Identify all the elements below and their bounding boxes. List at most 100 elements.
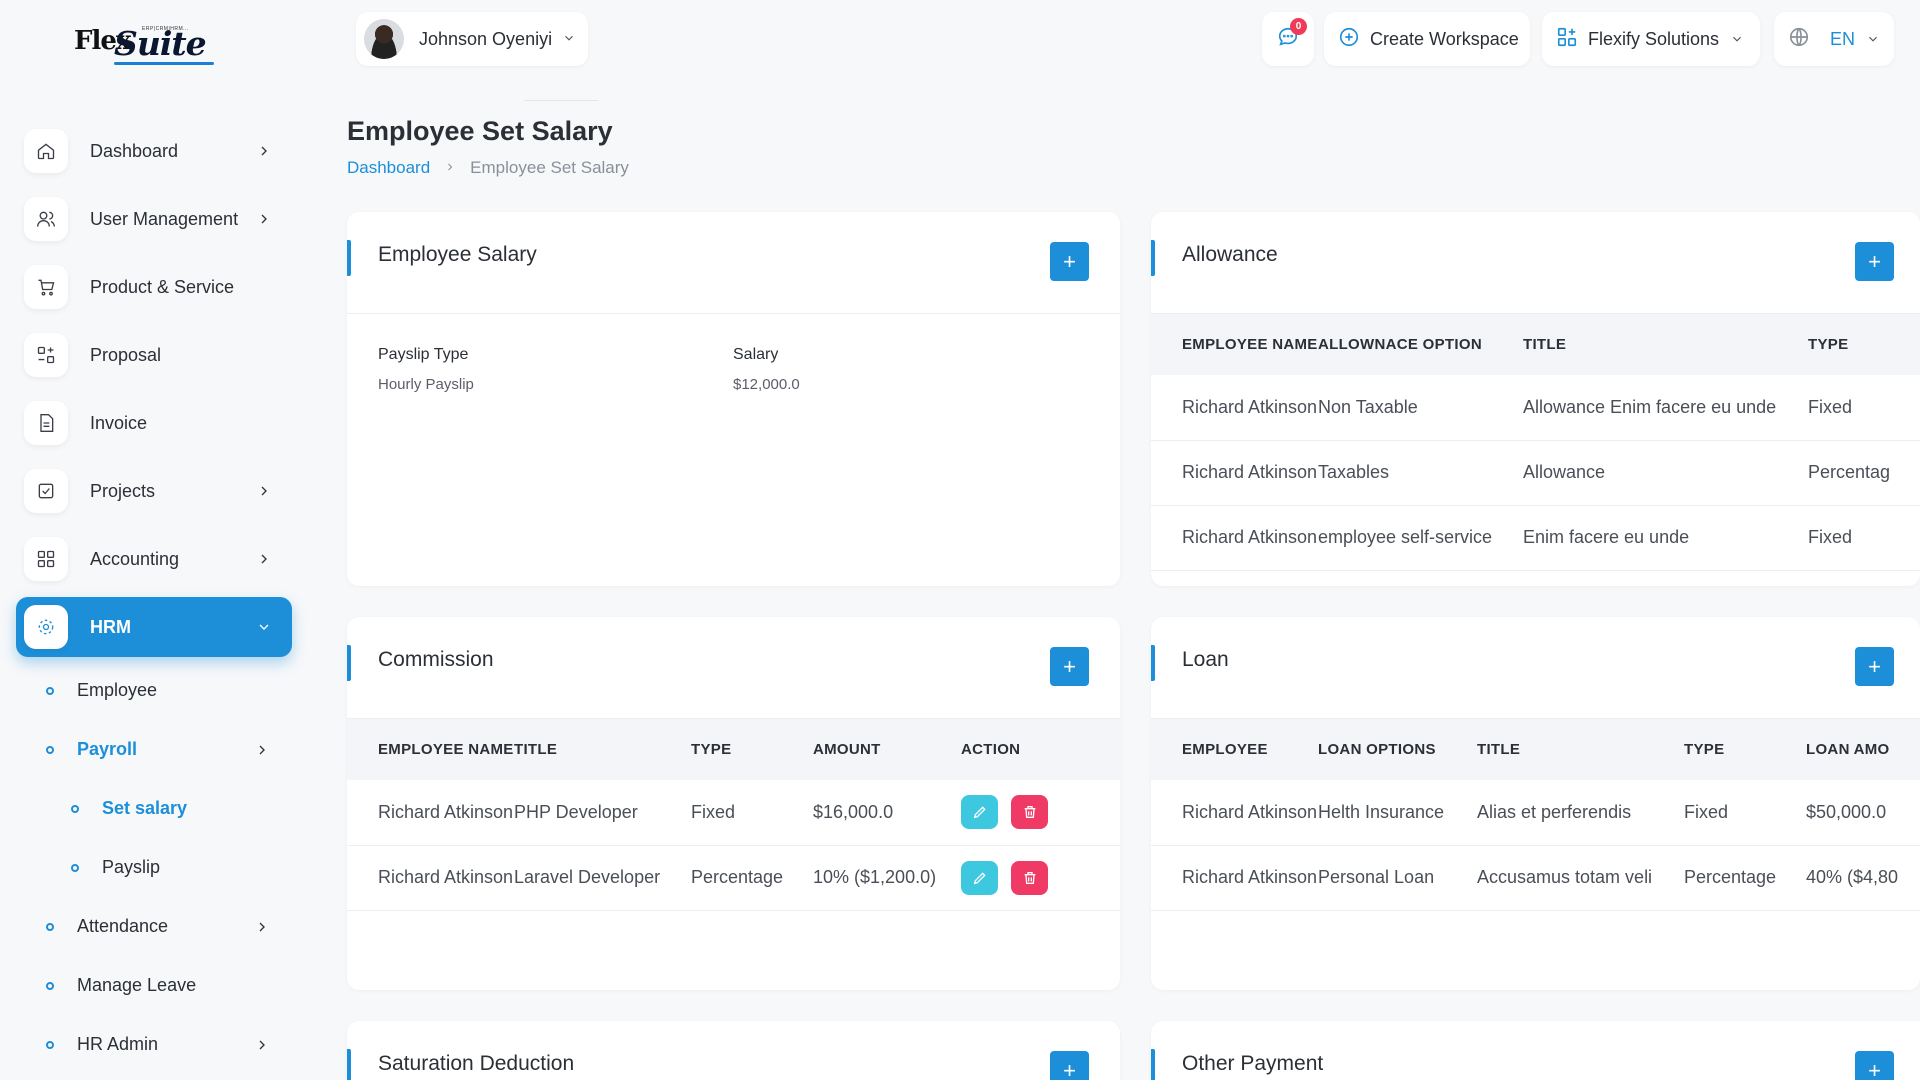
card-title: Employee Salary: [378, 243, 537, 266]
sidebar-item-proposal[interactable]: Proposal: [16, 321, 292, 389]
sidebar-subitem-set-salary[interactable]: Set salary: [16, 779, 292, 838]
card-title: Commission: [378, 648, 494, 671]
table-cell: Richard Atkinson: [1182, 527, 1318, 547]
other-payment-card: Other Payment +: [1151, 1021, 1920, 1080]
plus-icon: +: [1868, 653, 1881, 679]
table-row: Richard Atkinson Helth Insurance Alias e…: [1151, 780, 1920, 845]
table-cell: Percentage: [1684, 867, 1777, 887]
messages-button[interactable]: 0: [1262, 12, 1314, 66]
sidebar-subitem-label: Manage Leave: [77, 975, 197, 995]
users-icon: [24, 197, 68, 241]
column-header: LOAN AMO: [1806, 741, 1890, 758]
add-commission-button[interactable]: +: [1050, 647, 1089, 686]
language-code: EN: [1830, 28, 1856, 49]
accent-bar: [1151, 240, 1155, 276]
accent-bar: [1151, 645, 1155, 681]
sidebar-item-dashboard[interactable]: Dashboard: [16, 117, 292, 185]
commission-table: EMPLOYEE NAME TITLE TYPE AMOUNT ACTION R…: [347, 719, 1120, 911]
sidebar-item-label: Proposal: [90, 344, 162, 365]
flexsuite-logo[interactable]: Flex Suite ERP|CRM|HRM...: [74, 24, 224, 68]
sidebar-item-label: Projects: [90, 480, 156, 501]
sidebar-item-invoice[interactable]: Invoice: [16, 389, 292, 457]
table-cell: Taxables: [1318, 462, 1390, 482]
sidebar-item-product-service[interactable]: Product & Service: [16, 253, 292, 321]
table-row: Richard Atkinson Personal Loan Accusamus…: [1151, 845, 1920, 910]
chevron-right-icon: [256, 143, 272, 159]
table-cell: $50,000.0: [1806, 801, 1887, 822]
chevron-right-icon: [254, 919, 270, 935]
table-cell: Richard Atkinson: [1182, 801, 1318, 822]
table-cell: Richard Atkinson: [1182, 462, 1318, 482]
globe-icon: [1788, 26, 1810, 53]
sidebar-item-user-management[interactable]: User Management: [16, 185, 292, 253]
delete-button[interactable]: [1011, 860, 1048, 895]
table-cell: Enim facere eu unde: [1523, 527, 1690, 547]
sidebar-subitem-payslip[interactable]: Payslip: [16, 838, 292, 897]
column-header: TYPE: [691, 741, 732, 758]
sidebar-subitem-employee[interactable]: Employee: [16, 661, 292, 720]
bullet-icon: [46, 981, 54, 990]
create-workspace-button[interactable]: Create Workspace: [1324, 12, 1530, 66]
logo-underline: [114, 62, 214, 65]
card-header: Commission +: [347, 617, 1120, 719]
table-cell: Richard Atkinson: [378, 801, 514, 822]
workspace-selector[interactable]: Flexify Solutions: [1542, 12, 1760, 66]
chevron-down-icon: [256, 619, 272, 635]
sidebar-item-label: User Management: [90, 208, 239, 229]
hrm-icon: [24, 605, 68, 649]
sidebar-subitem-label: Attendance: [77, 916, 169, 936]
table-cell: Percentage: [691, 867, 784, 887]
table-cell: PHP Developer: [514, 801, 638, 822]
sidebar-item-hrm[interactable]: HRM: [16, 597, 292, 657]
home-icon: [24, 129, 68, 173]
add-other-payment-button[interactable]: +: [1855, 1051, 1894, 1080]
sidebar-subitem-attendance[interactable]: Attendance: [16, 897, 292, 956]
table-row: Richard Atkinson Non Taxable Allowance E…: [1151, 375, 1920, 440]
chevron-right-icon: [256, 211, 272, 227]
employee-salary-card: Employee Salary + Payslip Type Hourly Pa…: [347, 212, 1120, 586]
add-salary-button[interactable]: +: [1050, 242, 1089, 281]
action-cell: [961, 845, 1120, 910]
card-header: Loan +: [1151, 617, 1920, 719]
breadcrumb-dashboard-link[interactable]: Dashboard: [347, 158, 430, 178]
add-allowance-button[interactable]: +: [1855, 242, 1894, 281]
allowance-card: Allowance + EMPLOYEE NAME ALLOWNACE OPTI…: [1151, 212, 1920, 586]
plus-icon: +: [1868, 248, 1881, 274]
bullet-icon: [46, 686, 54, 695]
chevron-down-icon: [1730, 32, 1744, 51]
file-icon: [24, 401, 68, 445]
loan-table: EMPLOYEE LOAN OPTIONS TITLE TYPE LOAN AM…: [1151, 719, 1920, 911]
message-count-badge: 0: [1290, 18, 1307, 35]
sidebar-subitem-payroll[interactable]: Payroll: [16, 720, 292, 779]
grid-icon: [24, 537, 68, 581]
column-header: ALLOWNACE OPTION: [1318, 336, 1482, 353]
sidebar-subitem-label: Set salary: [102, 798, 188, 818]
chevron-right-icon: [254, 742, 270, 758]
sidebar-item-label: Accounting: [90, 548, 180, 569]
sidebar-subitem-hr-admin[interactable]: HR Admin: [16, 1015, 292, 1074]
user-menu[interactable]: Johnson Oyeniyi: [356, 12, 588, 66]
table-cell: Non Taxable: [1318, 396, 1418, 417]
table-header-row: EMPLOYEE LOAN OPTIONS TITLE TYPE LOAN AM…: [1151, 719, 1920, 780]
delete-button[interactable]: [1011, 795, 1048, 830]
table-cell: $16,000.0: [813, 801, 894, 822]
column-header: TITLE: [1477, 741, 1521, 758]
edit-button[interactable]: [961, 860, 998, 895]
sidebar-subitem-manage-leave[interactable]: Manage Leave: [16, 956, 292, 1015]
plus-icon: +: [1063, 248, 1076, 274]
add-deduction-button[interactable]: +: [1050, 1051, 1089, 1080]
action-cell: [961, 780, 1120, 845]
sidebar-item-accounting[interactable]: Accounting: [16, 525, 292, 593]
sidebar-item-label: Product & Service: [90, 276, 235, 297]
sidebar-item-projects[interactable]: Projects: [16, 457, 292, 525]
card-title: Loan: [1182, 648, 1229, 671]
accent-bar: [347, 240, 351, 276]
edit-button[interactable]: [961, 795, 998, 830]
sidebar-subitem-label: HR Admin: [77, 1034, 159, 1054]
sidebar-item-label: Invoice: [90, 412, 148, 433]
breadcrumb: Dashboard Employee Set Salary: [347, 158, 629, 178]
add-loan-button[interactable]: +: [1855, 647, 1894, 686]
column-header: LOAN OPTIONS: [1318, 741, 1436, 758]
language-selector[interactable]: EN: [1774, 12, 1894, 66]
table-row: Richard Atkinson PHP Developer Fixed $16…: [347, 780, 1120, 845]
